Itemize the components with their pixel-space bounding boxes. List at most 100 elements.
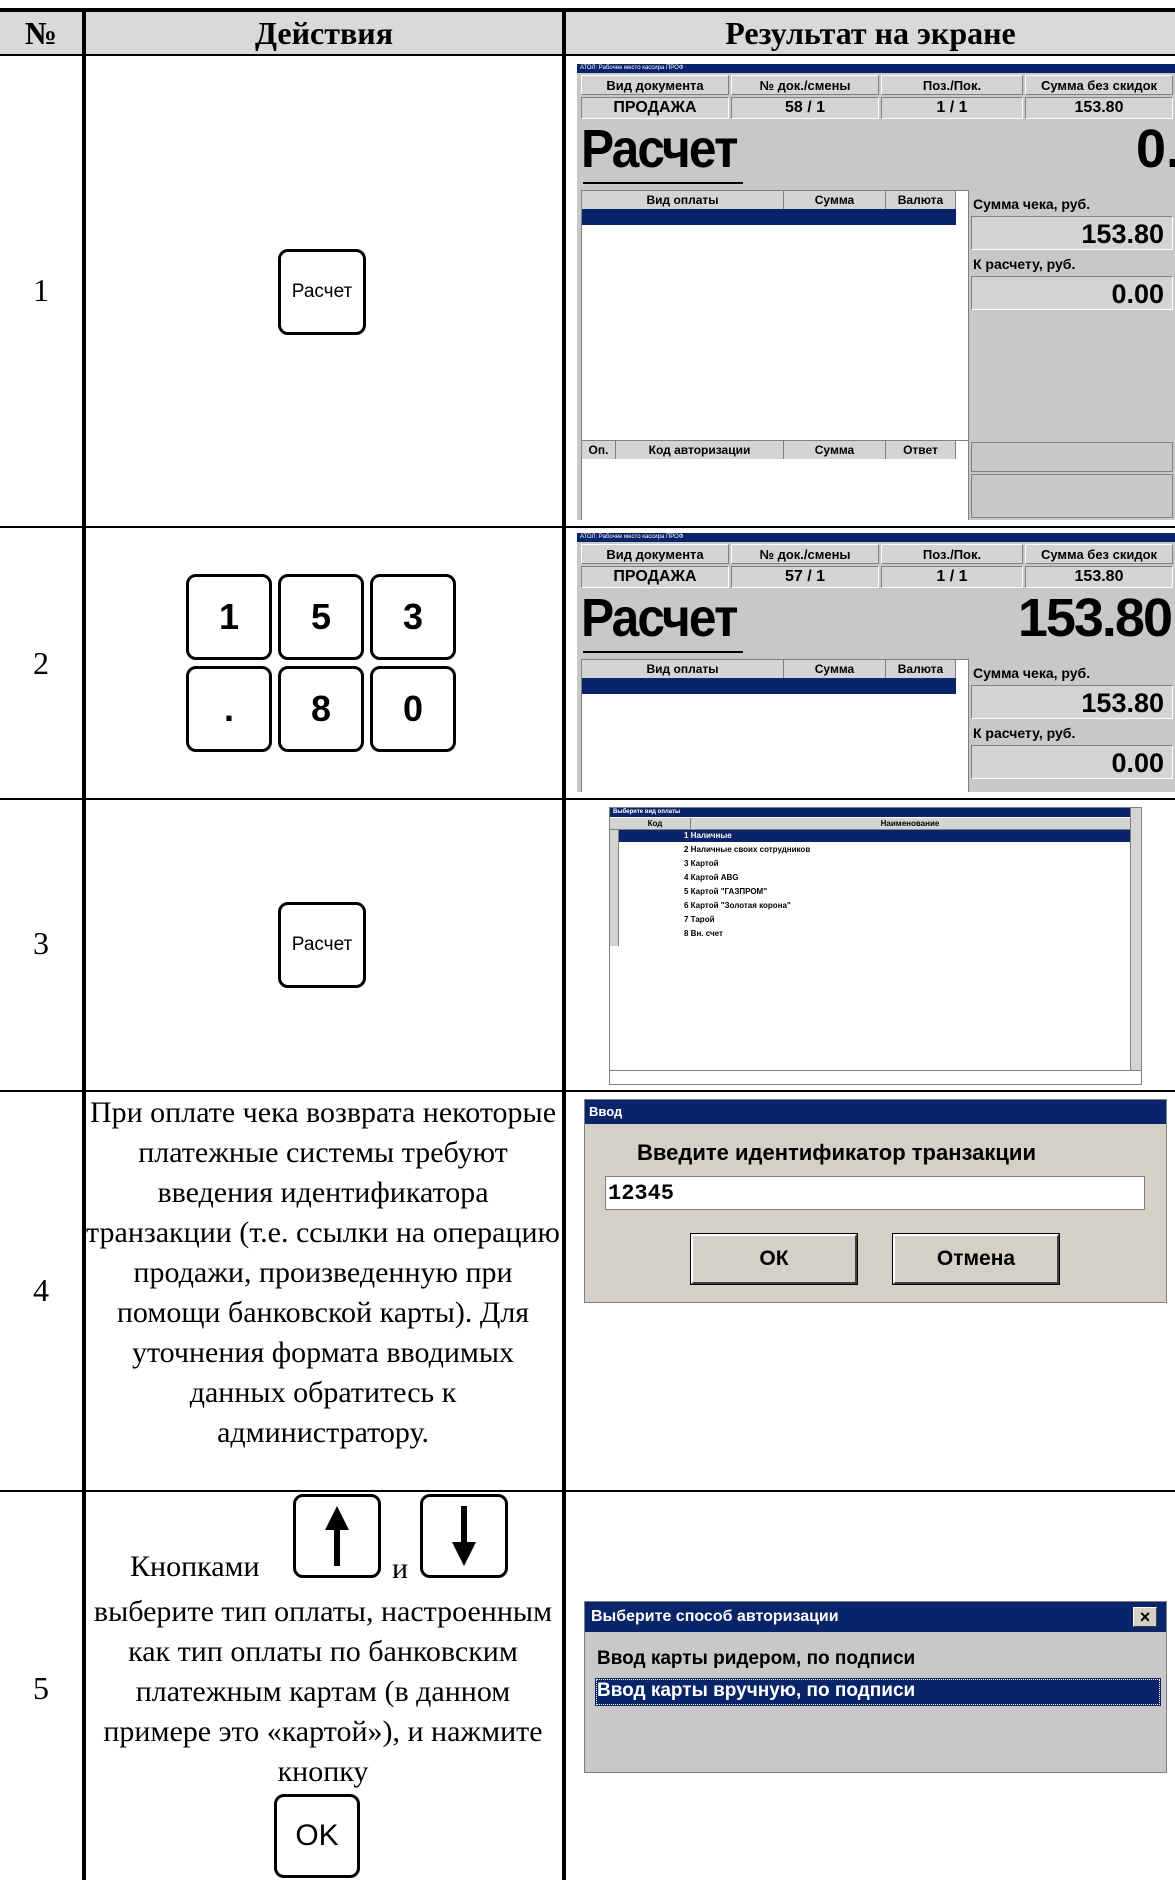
digit-key: 8 (278, 666, 364, 752)
header-bottom-border (0, 54, 1175, 56)
value-doc-type: ПРОДАЖА (581, 566, 729, 588)
header-sum: Сумма без скидок (1025, 75, 1173, 95)
close-icon: × (1139, 1607, 1151, 1627)
check-sum-value: 153.80 (971, 685, 1173, 719)
col-auth-code: Код авторизации (616, 441, 784, 459)
payment-grid: Вид оплаты Сумма Валюта (581, 190, 969, 442)
raschet-key: Расчет (278, 249, 366, 335)
col-currency: Валюта (886, 191, 956, 209)
check-sum-value: 153.80 (971, 216, 1173, 250)
screen-1-cashier-payment: АТОЛ: Рабочее место кассира ПРОФ Вид док… (577, 64, 1175, 520)
col-amount: Сумма (784, 660, 886, 678)
value-positions: 1 / 1 (881, 566, 1023, 588)
cancel-button[interactable]: Отмена (892, 1233, 1060, 1285)
dialog-title: Выберите способ авторизации (591, 1608, 839, 1625)
transaction-id-input[interactable] (605, 1176, 1145, 1210)
header-positions: Поз./Пок. (881, 544, 1023, 564)
due-label: К расчету, руб. (973, 256, 1076, 272)
arrow-down-icon (452, 1506, 476, 1566)
payment-grid: Вид оплаты Сумма Валюта (581, 659, 969, 792)
code-divider (690, 818, 691, 830)
row5-text-and: и (392, 1552, 409, 1585)
header-num: № (0, 12, 82, 54)
titlebar-text: АТОЛ: Рабочее место кассира ПРОФ (580, 534, 684, 540)
titlebar-text: АТОЛ: Рабочее место кассира ПРОФ (580, 65, 684, 71)
col-auth-amount: Сумма (784, 441, 886, 459)
screen-3-payment-type-list: Выберите вид оплаты Код Наименование 1 Н… (609, 807, 1142, 1085)
value-positions: 1 / 1 (881, 97, 1023, 119)
list-item[interactable]: 6 Картой "Золотая корона" (684, 900, 791, 912)
auth-grid: Оп. Код авторизации Сумма Ответ (581, 440, 969, 520)
screen-2-cashier-payment: АТОЛ: Рабочее место кассира ПРОФ Вид док… (577, 533, 1175, 792)
header-sum: Сумма без скидок (1025, 544, 1173, 564)
col-amount: Сумма (784, 191, 886, 209)
list-item[interactable]: 8 Вн. счет (684, 928, 723, 940)
row-divider-4 (0, 1490, 1175, 1492)
amount-display: 153.80 (1017, 588, 1173, 648)
header-doc-type: Вид документа (581, 75, 729, 95)
arrow-down-key (420, 1494, 508, 1578)
decimal-point-key: . (186, 666, 272, 752)
header-positions: Поз./Пок. (881, 75, 1023, 95)
empty-panel (971, 442, 1173, 472)
dialog-title: Ввод (589, 1104, 623, 1119)
col-pay-type: Вид оплаты (582, 660, 784, 678)
digit-key: 0 (370, 666, 456, 752)
header-doc-type: Вид документа (581, 544, 729, 564)
col-pay-type: Вид оплаты (582, 191, 784, 209)
value-doc-number: 57 / 1 (731, 566, 879, 588)
due-value: 0.00 (971, 276, 1173, 310)
mode-label: Расчет (581, 588, 738, 648)
mode-label: Расчет (581, 119, 738, 179)
empty-panel (971, 474, 1173, 518)
close-button[interactable]: × (1133, 1607, 1157, 1627)
header-doc-number: № док./смены (731, 544, 879, 564)
row-number: 2 (33, 645, 49, 681)
col-code: Код (647, 819, 663, 828)
auth-option-selected[interactable]: Ввод карты вручную, по подписи (595, 1678, 1161, 1706)
check-sum-label: Сумма чека, руб. (973, 196, 1091, 212)
list-item[interactable]: 1 Наличные (684, 830, 732, 842)
list-item[interactable]: 3 Картой (684, 858, 719, 870)
scrollbar[interactable] (1130, 808, 1141, 1070)
value-sum: 153.80 (1025, 97, 1173, 119)
dialog-titlebar (585, 1100, 1166, 1124)
due-value: 0.00 (971, 745, 1173, 779)
list-footer (610, 1070, 1141, 1084)
col-op: Оп. (582, 441, 616, 459)
row5-text-before: Кнопками (130, 1550, 260, 1583)
dialog-prompt: Введите идентификатор транзакции (637, 1140, 1036, 1165)
digit-key: 3 (370, 574, 456, 660)
value-sum: 153.80 (1025, 566, 1173, 588)
row4-description: При оплате чека возврата некоторые плате… (86, 1096, 560, 1449)
list-item[interactable]: 5 Картой "ГАЗПРОМ" (684, 886, 767, 898)
auth-option[interactable]: Ввод карты ридером, по подписи (597, 1648, 915, 1670)
row-number: 5 (33, 1670, 49, 1706)
row-number: 3 (33, 925, 49, 961)
selected-row (582, 678, 956, 694)
arrow-up-key (293, 1494, 381, 1578)
row-divider-1 (0, 526, 1175, 528)
col-response: Ответ (886, 441, 956, 459)
screen-5-auth-method-dialog: Выберите способ авторизации × Ввод карты… (584, 1601, 1167, 1773)
screen-4-input-dialog: Ввод Введите идентификатор транзакции ОК… (584, 1099, 1167, 1303)
row-number: 4 (33, 1272, 49, 1308)
list-item[interactable]: 4 Картой ABG (684, 872, 739, 884)
col-name: Наименование (880, 819, 940, 828)
ok-button[interactable]: ОК (690, 1233, 858, 1285)
titlebar (610, 808, 1141, 817)
header-result: Результат на экране (566, 12, 1175, 54)
row-divider-3 (0, 1090, 1175, 1092)
raschet-key: Расчет (278, 902, 366, 988)
check-sum-label: Сумма чека, руб. (973, 665, 1091, 681)
titlebar-text: Выберите вид оплаты (613, 809, 681, 815)
arrow-up-icon (325, 1506, 349, 1566)
header-actions: Действия (86, 12, 562, 54)
list-item[interactable]: 7 Тарой (684, 914, 715, 926)
row-marker-column (610, 830, 619, 946)
header-doc-number: № док./смены (731, 75, 879, 95)
mode-underline (583, 651, 743, 653)
row-number: 1 (33, 272, 49, 308)
ok-key: OK (274, 1794, 360, 1878)
list-item[interactable]: 2 Наличные своих сотрудников (684, 844, 810, 856)
